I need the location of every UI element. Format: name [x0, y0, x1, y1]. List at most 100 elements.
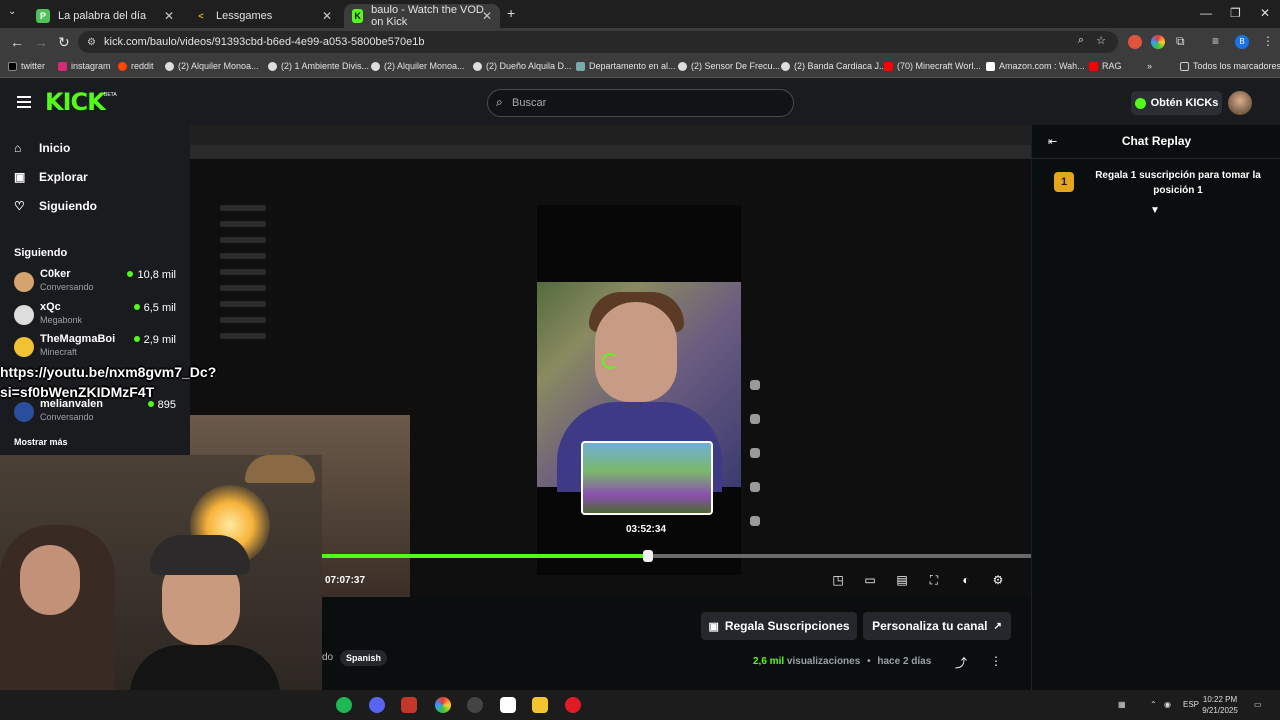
progress-scrubber[interactable] [643, 550, 653, 562]
beta-label: BETA [104, 92, 117, 98]
external-link-icon: ↗ [993, 620, 1002, 632]
tab-la-palabra[interactable]: P La palabra del día ✕ [28, 4, 182, 28]
bookmark-item[interactable]: (70) Minecraft Worl... [884, 61, 981, 71]
file-explorer-icon[interactable] [532, 697, 548, 713]
more-options-icon[interactable]: ⋮ [990, 654, 1002, 668]
viewer-count: 2,9 mil [134, 334, 176, 346]
keyboard-icon[interactable]: ▦ [1118, 700, 1126, 709]
close-tab-icon[interactable]: ✕ [164, 9, 174, 23]
new-tab-icon[interactable]: + [507, 5, 515, 21]
extension-icon[interactable] [1151, 35, 1165, 49]
expand-chevron-icon[interactable]: ▼ [1150, 205, 1160, 216]
search-input[interactable]: ⌕ Buscar [487, 89, 794, 117]
video-info-bar [322, 597, 1031, 690]
bookmark-item[interactable]: RAG [1089, 61, 1122, 71]
bookmark-item[interactable]: Amazon.com : Wah... [986, 61, 1085, 71]
fullscreen-icon[interactable]: ⛶ [927, 573, 941, 587]
bookmark-instagram[interactable]: instagram [58, 61, 111, 71]
bookmark-reddit[interactable]: reddit [118, 61, 154, 71]
pip-icon[interactable]: ◳ [831, 573, 845, 587]
media-icon[interactable]: ≡ [1212, 34, 1219, 48]
settings-icon[interactable]: ⚙ [991, 573, 1005, 587]
bookmark-item[interactable]: (2) Alquiler Monoa... [165, 61, 259, 71]
zoom-icon[interactable]: ⌕ [1078, 34, 1084, 47]
site-info-icon[interactable]: ⚙ [87, 37, 96, 48]
obs-icon[interactable] [467, 697, 483, 713]
discord-icon[interactable] [369, 697, 385, 713]
x-icon [8, 61, 17, 71]
notifications-icon[interactable]: ▭ [1254, 700, 1262, 709]
close-tab-icon[interactable]: ✕ [322, 9, 332, 23]
bookmark-star-icon[interactable]: ☆ [1096, 34, 1106, 47]
chrome-icon[interactable] [435, 697, 451, 713]
reddit-icon [118, 61, 127, 71]
overlay-caption-line: si=sf0bWenZKIDMzF4T [0, 384, 155, 400]
avatar [14, 337, 34, 357]
kick-logo[interactable]: KICK [45, 88, 106, 116]
taskbar-clock[interactable]: 10:22 PM 9/21/2025 [1200, 694, 1240, 716]
bookmark-item[interactable]: (2) Dueño Alquila D... [473, 61, 572, 71]
reload-icon[interactable]: ↻ [58, 34, 70, 51]
gift-subs-button[interactable]: ▣ Regala Suscripciones [701, 612, 857, 640]
marketplace-icon [678, 61, 687, 71]
close-window-icon[interactable]: ✕ [1260, 6, 1270, 20]
voicemeeter-icon[interactable] [401, 697, 417, 713]
bookmark-label: reddit [131, 61, 154, 71]
seek-preview-time: 03:52:34 [625, 524, 667, 535]
share-icon[interactable]: ⤴ [955, 654, 967, 671]
bookmark-twitter[interactable]: twitter [8, 61, 45, 71]
sidebar-item-inicio[interactable]: ⌂ Inicio [14, 141, 70, 155]
capcut-icon[interactable] [500, 697, 516, 713]
all-bookmarks[interactable]: Todos los marcadores [1180, 61, 1280, 71]
restore-icon[interactable]: ❐ [1230, 6, 1241, 20]
bookmark-item[interactable]: (2) 1 Ambiente Divis... [268, 61, 369, 71]
following-channel[interactable]: xQc Megabonk 6,5 mil [14, 301, 184, 331]
user-avatar[interactable] [1228, 91, 1252, 115]
spotify-icon[interactable] [336, 697, 352, 713]
opera-icon[interactable] [565, 697, 581, 713]
tab-favicon-icon: P [36, 9, 50, 23]
extensions-puzzle-icon[interactable]: ⧉ [1176, 34, 1185, 49]
forward-icon[interactable]: → [34, 34, 48, 50]
bookmark-item[interactable]: (2) Banda Cardiaca J... [781, 61, 887, 71]
miniplayer-icon[interactable]: ▤ [895, 573, 909, 587]
tray-chevron-icon[interactable]: ⌃ [1150, 700, 1157, 709]
following-channel[interactable]: TheMagmaBoi Minecraft 2,9 mil [14, 333, 184, 363]
extension-icon[interactable] [1128, 35, 1142, 49]
tab-kick-vod[interactable]: K baulo - Watch the VOD on Kick ✕ [344, 4, 500, 28]
minimize-icon[interactable]: — [1200, 6, 1212, 20]
following-channel[interactable]: melianvalen Conversando 895 [14, 398, 184, 428]
network-icon[interactable]: ◉ [1164, 700, 1171, 709]
sidebar: ⌂ Inicio ▣ Explorar ♡ Siguiendo Siguiend… [0, 125, 190, 455]
close-tab-icon[interactable]: ✕ [482, 9, 492, 23]
seek-preview-thumbnail [581, 441, 713, 515]
sidebar-item-label: Explorar [39, 170, 88, 184]
sidebar-item-label: Inicio [39, 141, 71, 155]
menu-icon[interactable] [17, 96, 31, 108]
page-icon [576, 61, 585, 71]
bookmark-label: (2) Alquiler Monoa... [178, 61, 259, 71]
language-tag[interactable]: Spanish [340, 650, 388, 666]
chat-panel: ⇤ Chat Replay 1 Regala 1 suscripción par… [1031, 125, 1280, 690]
customize-channel-button[interactable]: Personaliza tu canal ↗ [863, 612, 1011, 640]
url-field[interactable]: ⚙ kick.com/baulo/videos/91393cbd-b6ed-4e… [78, 31, 1118, 53]
profile-icon[interactable]: B [1235, 35, 1249, 49]
pinned-gift-message[interactable]: Regala 1 suscripción para tomar la posic… [1088, 168, 1268, 198]
sidebar-item-siguiendo[interactable]: ♡ Siguiendo [14, 199, 97, 213]
tab-search-icon[interactable]: ⌄ [8, 6, 16, 17]
menu-kebab-icon[interactable]: ⋮ [1262, 34, 1274, 48]
bookmark-item[interactable]: (2) Alquiler Monoa... [371, 61, 465, 71]
sidebar-item-explorar[interactable]: ▣ Explorar [14, 170, 88, 184]
bookmark-item[interactable]: (2) Sensor De Frecu... [678, 61, 780, 71]
show-more-link[interactable]: Mostrar más [14, 437, 68, 447]
speed-icon[interactable]: ◐ [959, 573, 973, 587]
following-channel[interactable]: C0ker Conversando 10,8 mil [14, 268, 184, 298]
gift-icon: ▣ [708, 620, 719, 633]
language-indicator[interactable]: ESP [1183, 700, 1199, 709]
get-kicks-button[interactable]: Obtén KICKs [1131, 91, 1222, 115]
back-icon[interactable]: ← [10, 34, 24, 50]
tab-lessgames[interactable]: < Lessgames ✕ [186, 4, 340, 28]
bookmark-item[interactable]: Departamento en al... [576, 61, 676, 71]
more-bookmarks-icon[interactable]: » [1147, 61, 1152, 71]
theater-icon[interactable]: ▭ [863, 573, 877, 587]
